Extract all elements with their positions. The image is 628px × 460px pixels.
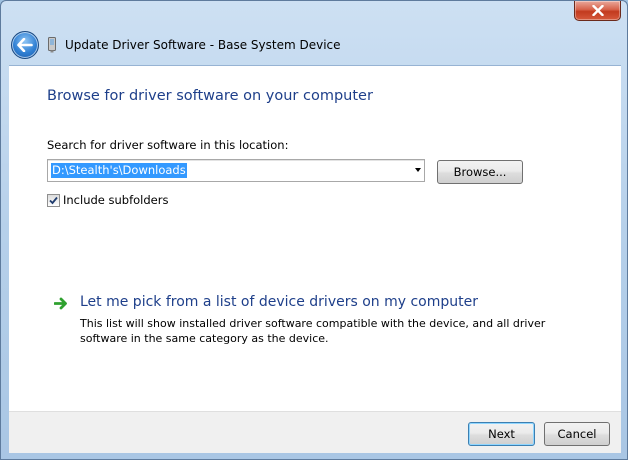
include-subfolders-checkbox[interactable] [47,193,60,207]
dialog-window: Update Driver Software - Base System Dev… [0,0,628,460]
content-area: Browse for driver software on your compu… [9,65,621,411]
background-window-edge [1,1,13,23]
browse-button[interactable]: Browse... [437,160,523,184]
location-combobox[interactable]: D:\Stealth's\Downloads [47,159,425,182]
title-bar[interactable]: Update Driver Software - Base System Dev… [1,1,627,65]
close-button[interactable] [574,1,621,21]
button-footer: Next Cancel [9,411,621,453]
pick-from-list-link[interactable]: Let me pick from a list of device driver… [80,294,478,310]
pick-from-list-description: This list will show installed driver sof… [80,317,546,345]
dropdown-arrow-icon[interactable] [415,168,421,172]
location-input-value[interactable]: D:\Stealth's\Downloads [51,163,187,178]
device-icon [48,37,56,53]
location-label: Search for driver software in this locat… [47,138,289,152]
back-arrow-icon [17,38,33,52]
cancel-button[interactable]: Cancel [544,422,610,446]
next-button[interactable]: Next [468,422,535,446]
checkmark-icon [49,196,58,204]
page-heading: Browse for driver software on your compu… [47,88,373,104]
include-subfolders-label[interactable]: Include subfolders [63,193,168,207]
green-arrow-icon [54,297,67,310]
window-title: Update Driver Software - Base System Dev… [65,38,341,52]
back-button[interactable] [11,31,39,59]
include-subfolders-row[interactable]: Include subfolders [47,193,168,207]
close-icon [591,5,604,16]
